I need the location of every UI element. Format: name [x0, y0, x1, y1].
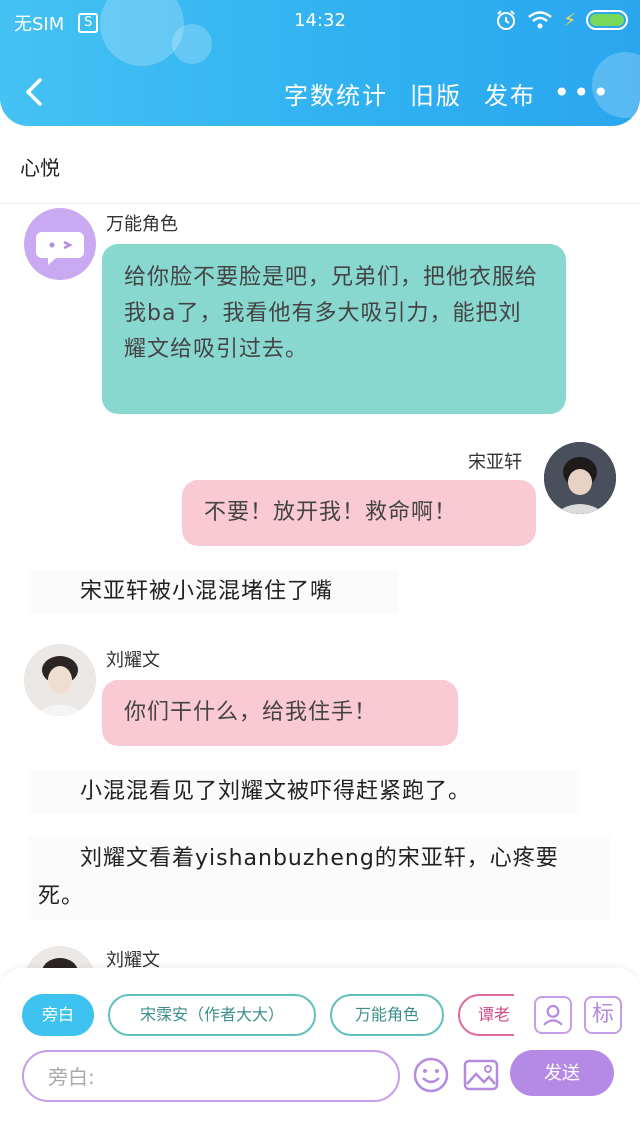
- message-bubble[interactable]: 不要！放开我！救命啊！: [182, 480, 536, 546]
- story-title: 心悦: [20, 156, 60, 180]
- chat-area[interactable]: 万能角色 给你脸不要脸是吧，兄弟们，把他衣服给我ba了，我看他有多大吸引力，能把…: [0, 204, 640, 968]
- portrait-icon: [544, 442, 616, 514]
- avatar[interactable]: [24, 208, 96, 280]
- avatar[interactable]: [24, 946, 96, 968]
- more-menu-button[interactable]: •••: [553, 76, 612, 109]
- app-header: 无SIM S 14:32 ⚡ 字数统计 旧版 发布 •••: [0, 0, 640, 126]
- message-bubble[interactable]: 你们干什么，给我住手！: [102, 680, 458, 746]
- charging-icon: ⚡: [563, 9, 576, 31]
- message-input-wrapper: [22, 1050, 400, 1102]
- back-arrow-icon[interactable]: [18, 74, 54, 110]
- speaker-name: 万能角色: [106, 214, 178, 235]
- wifi-icon: [528, 11, 553, 29]
- message-input[interactable]: [48, 1065, 378, 1089]
- avatar[interactable]: [24, 644, 96, 716]
- speaker-name: 宋亚轩: [468, 452, 522, 473]
- battery-icon: [586, 10, 628, 30]
- role-chips: 旁白 宋霂安（作者大大） 万能角色 谭老: [22, 994, 514, 1038]
- role-chip-tan[interactable]: 谭老: [458, 994, 514, 1036]
- send-button[interactable]: 发送: [510, 1050, 614, 1096]
- wink-face-icon: [36, 232, 84, 265]
- narration-text[interactable]: 宋亚轩被小混混堵住了嘴: [28, 570, 398, 614]
- role-chip-universal[interactable]: 万能角色: [330, 994, 444, 1036]
- system-bottom-bar: [0, 1104, 640, 1138]
- avatar[interactable]: [544, 442, 616, 514]
- narration-text[interactable]: 小混混看见了刘耀文被吓得赶紧跑了。: [28, 770, 580, 814]
- portrait-icon: [24, 946, 96, 968]
- message-bubble[interactable]: 给你脸不要脸是吧，兄弟们，把他衣服给我ba了，我看他有多大吸引力，能把刘耀文给吸…: [102, 244, 566, 414]
- speaker-name: 刘耀文: [106, 650, 160, 671]
- image-icon[interactable]: [462, 1056, 500, 1094]
- nav-bar: 字数统计 旧版 发布 •••: [0, 62, 640, 122]
- emoji-icon[interactable]: [412, 1056, 450, 1094]
- tag-button[interactable]: 标: [584, 996, 622, 1034]
- publish-button[interactable]: 发布: [484, 76, 536, 111]
- story-title-row[interactable]: 心悦: [0, 126, 640, 204]
- portrait-icon: [24, 644, 96, 716]
- character-card-icon[interactable]: [534, 996, 572, 1034]
- role-chip-narration[interactable]: 旁白: [22, 994, 94, 1036]
- narration-text[interactable]: 刘耀文看着yishanbuzheng的宋亚轩，心疼要死。: [28, 836, 610, 920]
- speaker-name: 刘耀文: [106, 950, 160, 968]
- old-version-button[interactable]: 旧版: [410, 76, 462, 111]
- word-count-button[interactable]: 字数统计: [284, 76, 388, 111]
- alarm-icon: [497, 10, 516, 30]
- role-chip-author[interactable]: 宋霂安（作者大大）: [108, 994, 316, 1036]
- status-bar: 无SIM S 14:32 ⚡: [0, 0, 640, 44]
